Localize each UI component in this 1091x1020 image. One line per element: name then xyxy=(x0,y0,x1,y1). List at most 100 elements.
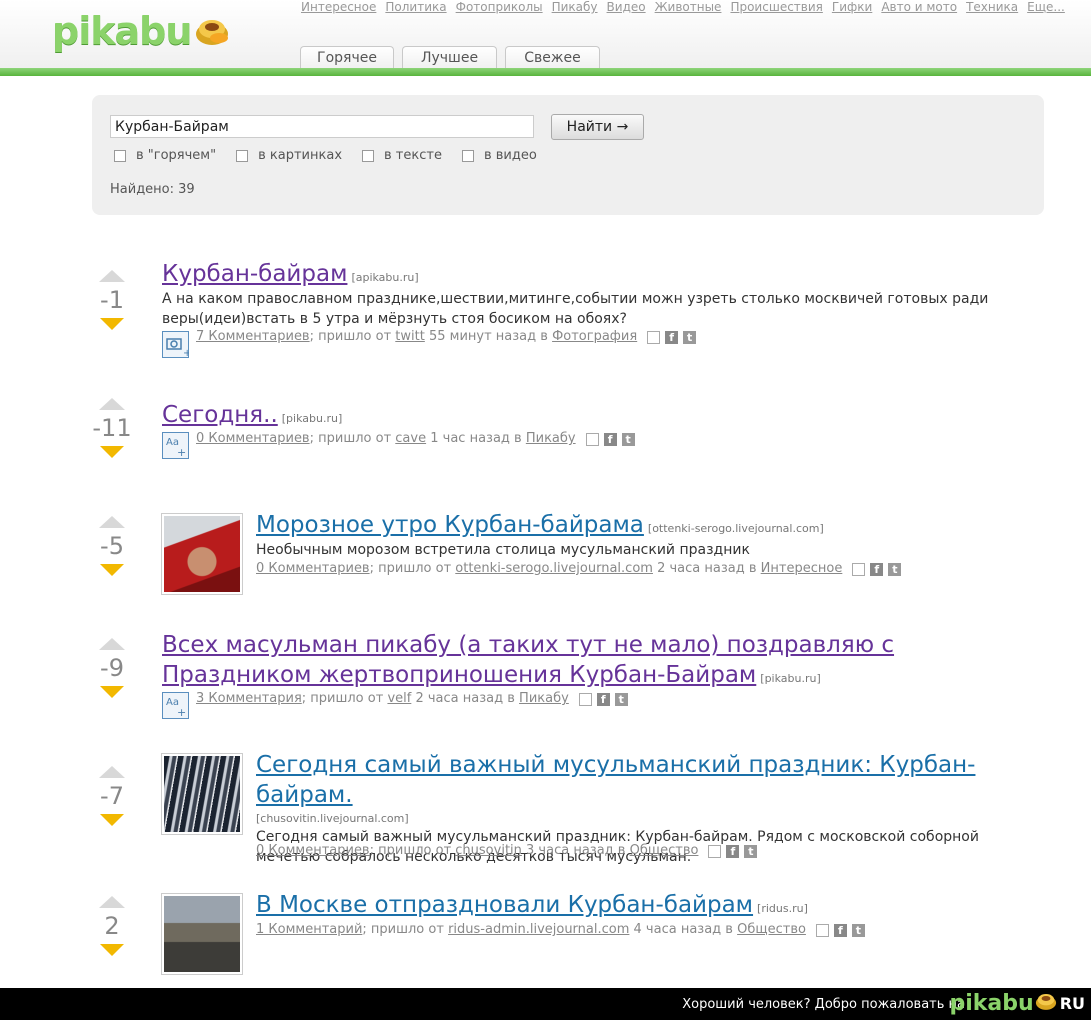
upvote-arrow-icon[interactable] xyxy=(99,398,125,410)
upvote-arrow-icon[interactable] xyxy=(99,516,125,528)
post-title[interactable]: В Москве отпраздновали Курбан-байрам xyxy=(256,892,753,918)
share-icons: f t xyxy=(708,844,758,858)
downvote-arrow-icon[interactable] xyxy=(100,318,124,330)
vote-widget: -11 xyxy=(92,398,132,458)
downvote-arrow-icon[interactable] xyxy=(100,446,124,458)
twitter-icon[interactable]: t xyxy=(744,844,758,858)
comments-link[interactable]: 1 Комментарий xyxy=(256,921,362,939)
category-link[interactable]: Интересное xyxy=(761,560,843,578)
upvote-arrow-icon[interactable] xyxy=(99,270,125,282)
tab-hot[interactable]: Горячее xyxy=(300,46,394,69)
post-score: -11 xyxy=(92,414,132,442)
post-thumbnail[interactable] xyxy=(161,893,243,975)
author-link[interactable]: ridus-admin.livejournal.com xyxy=(448,921,629,939)
option-label: в картинках xyxy=(258,148,343,163)
footer-logo[interactable]: pikabu RU xyxy=(950,990,1086,1016)
author-link[interactable]: twitt xyxy=(395,328,425,346)
nav-link[interactable]: Еще... xyxy=(1027,0,1065,14)
author-link[interactable]: ottenki-serogo.livejournal.com xyxy=(455,560,653,578)
footer-bar: Хороший человек? Добро пожаловать на pik… xyxy=(0,988,1091,1020)
footer-logo-suffix: RU xyxy=(1059,993,1085,1013)
tab-fresh[interactable]: Свежее xyxy=(505,46,600,69)
twitter-icon[interactable]: t xyxy=(683,330,697,344)
save-icon[interactable] xyxy=(852,562,866,576)
comments-link[interactable]: 0 Комментариев xyxy=(196,430,310,448)
site-logo[interactable]: pikabu xyxy=(52,6,231,56)
comments-link[interactable]: 3 Комментария xyxy=(196,690,302,708)
post-meta: 7 Комментариев; пришло от twitt 55 минут… xyxy=(196,328,697,346)
nav-link[interactable]: Гифки xyxy=(832,0,872,14)
twitter-icon[interactable]: t xyxy=(614,692,628,706)
save-icon[interactable] xyxy=(708,844,722,858)
save-icon[interactable] xyxy=(578,692,592,706)
nav-link[interactable]: Техника xyxy=(966,0,1018,14)
post-score: -7 xyxy=(100,782,124,810)
facebook-icon[interactable]: f xyxy=(603,432,617,446)
facebook-icon[interactable]: f xyxy=(665,330,679,344)
post-thumbnail[interactable] xyxy=(161,753,243,835)
upvote-arrow-icon[interactable] xyxy=(99,638,125,650)
nav-link[interactable]: Пикабу xyxy=(552,0,598,14)
downvote-arrow-icon[interactable] xyxy=(100,686,124,698)
search-input[interactable] xyxy=(110,115,534,138)
checkbox[interactable] xyxy=(114,149,126,162)
facebook-icon[interactable]: f xyxy=(726,844,740,858)
option-video[interactable]: в видео xyxy=(461,148,537,163)
svg-text:+: + xyxy=(177,706,186,719)
checkbox[interactable] xyxy=(461,149,474,162)
nav-link[interactable]: Видео xyxy=(607,0,646,14)
post-title[interactable]: Сегодня.. xyxy=(162,402,278,428)
comments-link[interactable]: 0 Комментариев xyxy=(256,842,370,860)
option-text[interactable]: в тексте xyxy=(362,148,442,163)
twitter-icon[interactable]: t xyxy=(621,432,635,446)
search-button[interactable]: Найти → xyxy=(551,114,644,140)
author-link[interactable]: velf xyxy=(387,690,411,708)
meta-time: 3 часа назад в xyxy=(526,843,626,858)
cookie-icon xyxy=(193,14,231,48)
category-link[interactable]: Общество xyxy=(737,921,806,939)
nav-link[interactable]: Происшествия xyxy=(730,0,822,14)
save-icon[interactable] xyxy=(815,923,829,937)
author-link[interactable]: chusovitin xyxy=(455,842,522,860)
facebook-icon[interactable]: f xyxy=(596,692,610,706)
nav-link[interactable]: Политика xyxy=(385,0,446,14)
tab-best[interactable]: Лучшее xyxy=(402,46,497,69)
nav-link[interactable]: Фотоприколы xyxy=(456,0,543,14)
option-images[interactable]: в картинках xyxy=(236,148,342,163)
header-divider xyxy=(0,68,1091,76)
upvote-arrow-icon[interactable] xyxy=(99,896,125,908)
option-hot[interactable]: в "горячем" xyxy=(114,148,216,163)
save-icon[interactable] xyxy=(585,432,599,446)
downvote-arrow-icon[interactable] xyxy=(100,564,124,576)
comments-link[interactable]: 7 Комментариев xyxy=(196,328,310,346)
checkbox[interactable] xyxy=(362,149,375,162)
meta-text: ; пришло от xyxy=(309,329,392,344)
comments-link[interactable]: 0 Комментариев xyxy=(256,560,370,578)
downvote-arrow-icon[interactable] xyxy=(100,814,124,826)
author-link[interactable]: cave xyxy=(395,430,426,448)
category-link[interactable]: Фотография xyxy=(552,328,637,346)
results-count: Найдено: 39 xyxy=(110,182,195,197)
twitter-icon[interactable]: t xyxy=(888,562,902,576)
post-title[interactable]: Сегодня самый важный мусульманский празд… xyxy=(256,752,975,808)
facebook-icon[interactable]: f xyxy=(833,923,847,937)
post-domain: [ottenki-serogo.livejournal.com] xyxy=(647,522,824,535)
upvote-arrow-icon[interactable] xyxy=(99,766,125,778)
meta-time: 1 час назад в xyxy=(430,431,522,446)
nav-link[interactable]: Интересное xyxy=(301,0,376,14)
post-description: Необычным морозом встретила столица мусу… xyxy=(256,542,750,558)
post-thumbnail[interactable] xyxy=(161,513,243,595)
post-title[interactable]: Курбан-байрам xyxy=(162,261,347,287)
twitter-icon[interactable]: t xyxy=(851,923,865,937)
category-link[interactable]: Общество xyxy=(630,842,699,860)
nav-link[interactable]: Авто и мото xyxy=(881,0,957,14)
downvote-arrow-icon[interactable] xyxy=(100,944,124,956)
post-title[interactable]: Морозное утро Курбан-байрама xyxy=(256,512,644,538)
facebook-icon[interactable]: f xyxy=(870,562,884,576)
nav-link[interactable]: Животные xyxy=(655,0,722,14)
category-link[interactable]: Пикабу xyxy=(519,690,569,708)
category-link[interactable]: Пикабу xyxy=(526,430,576,448)
search-panel: Найти → в "горячем" в картинках в тексте… xyxy=(92,95,1044,215)
save-icon[interactable] xyxy=(647,330,661,344)
checkbox[interactable] xyxy=(236,149,249,162)
